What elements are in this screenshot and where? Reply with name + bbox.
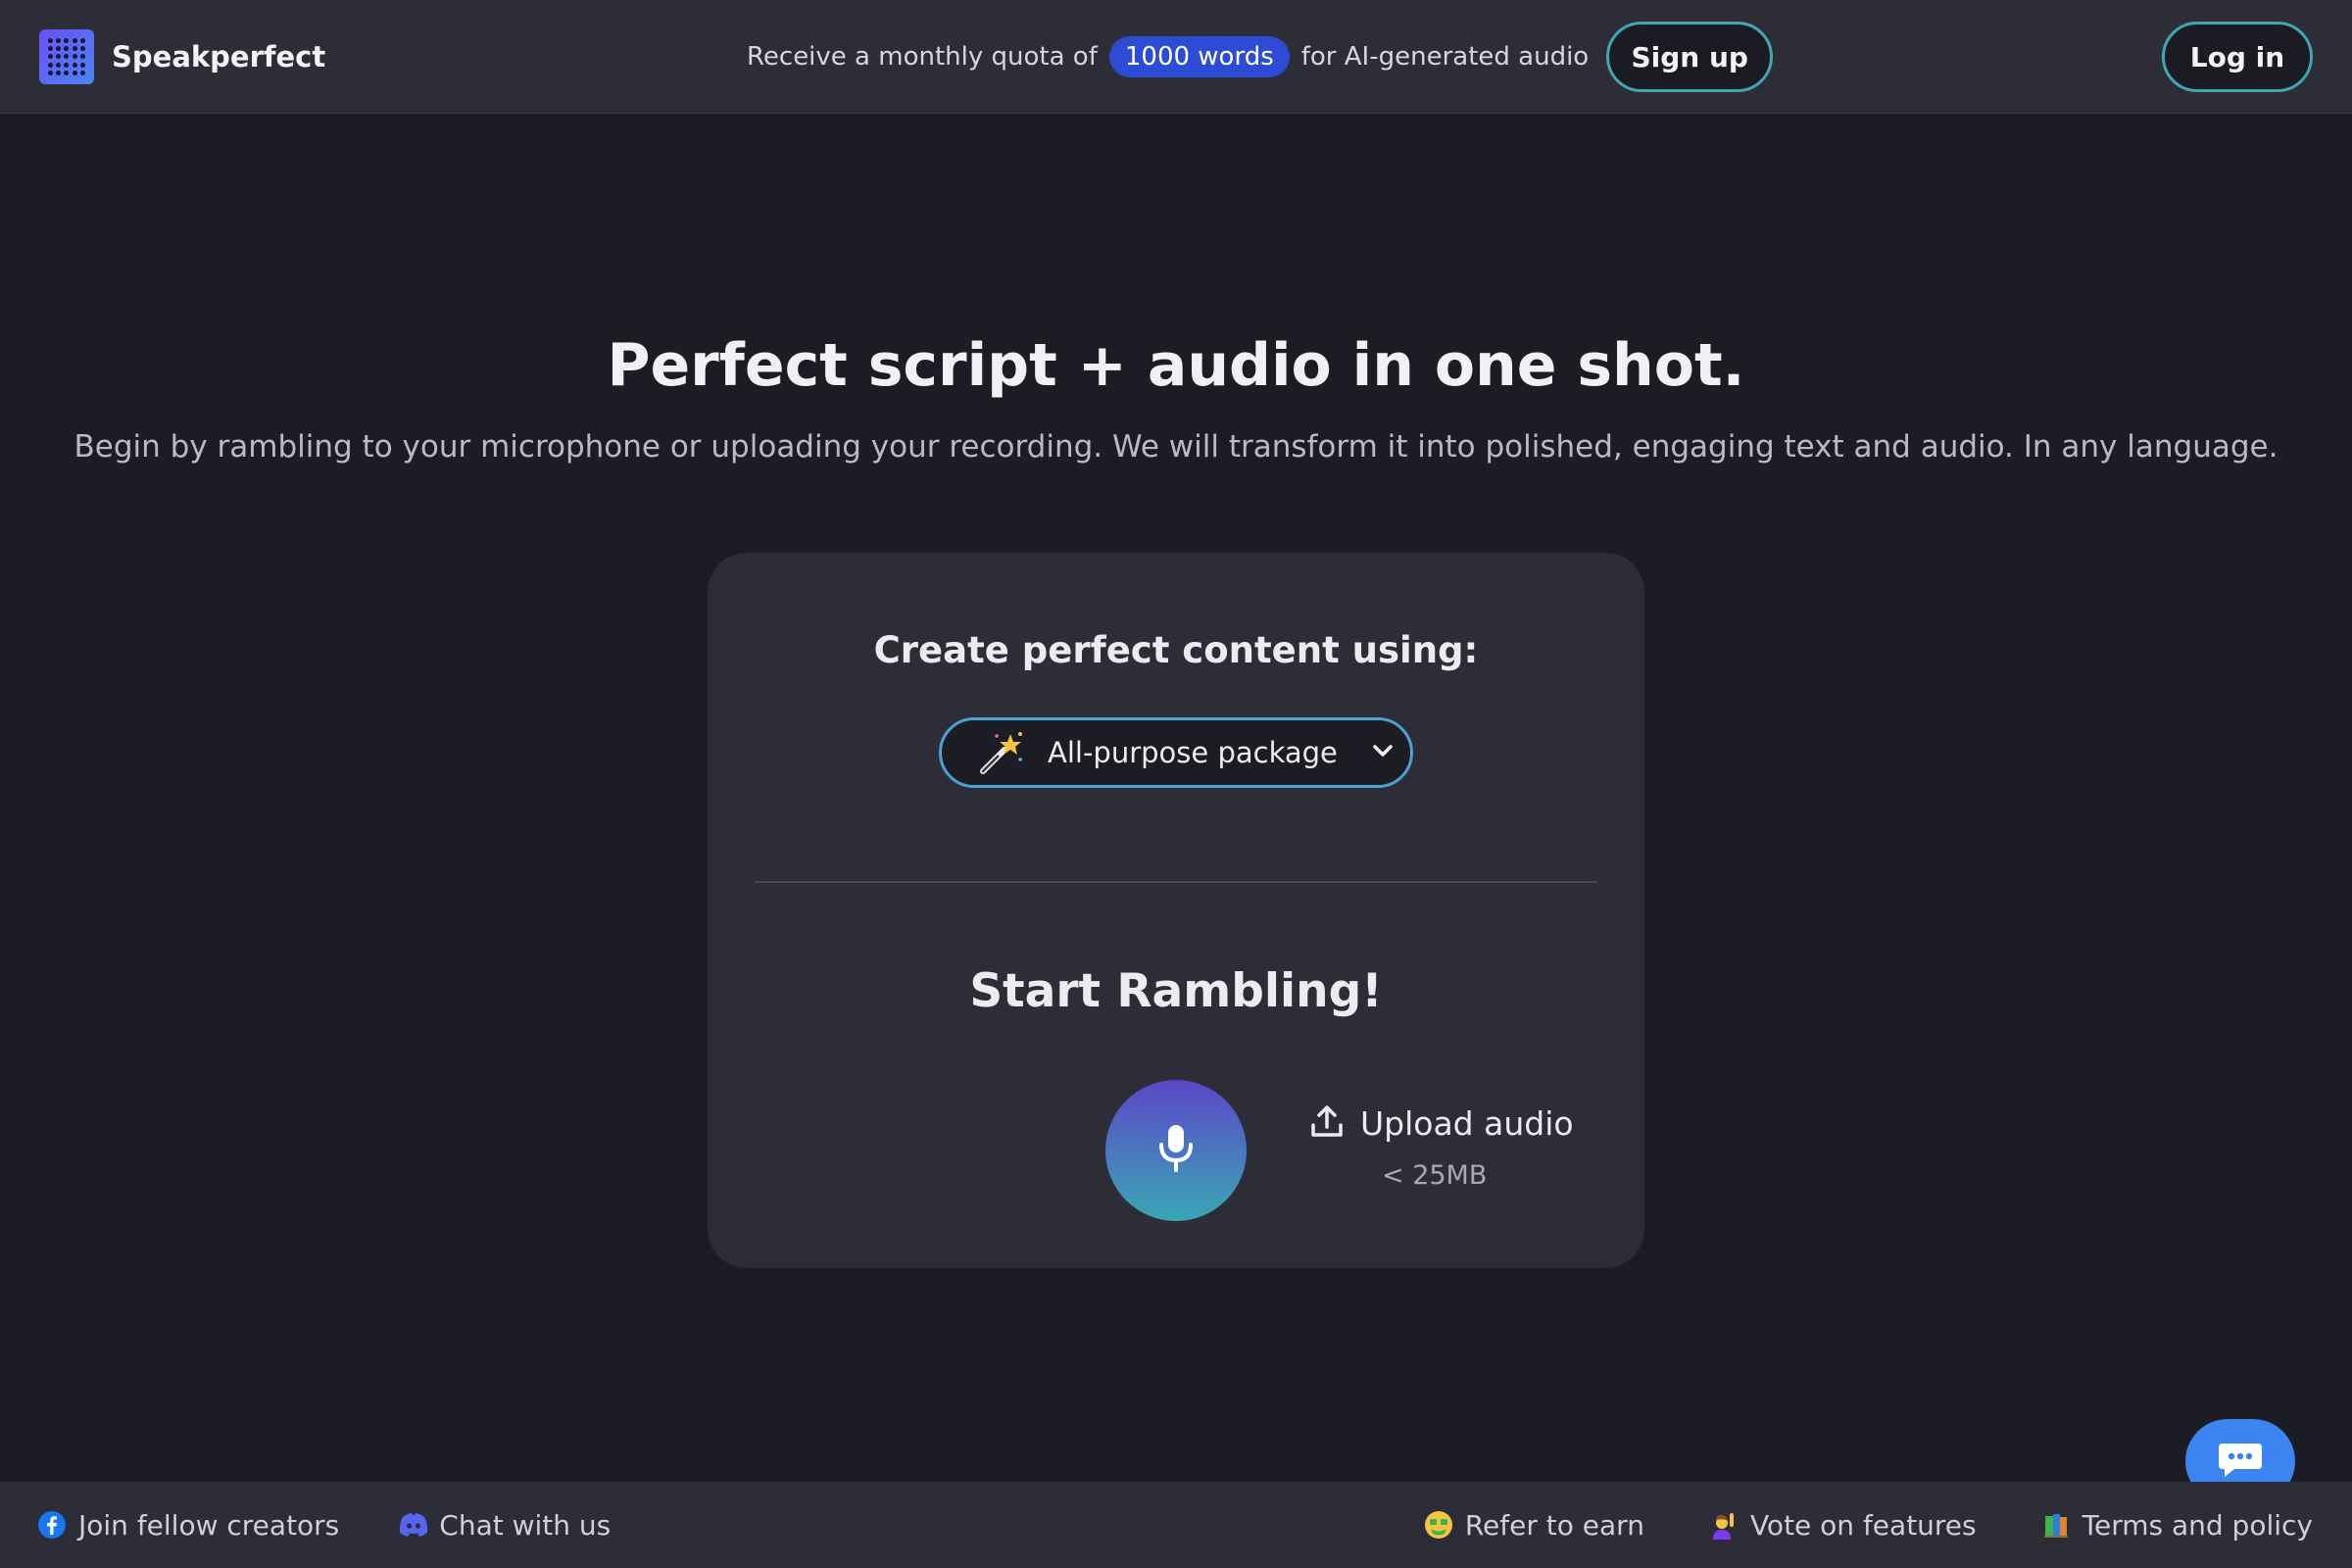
- top-bar: Speakperfect Receive a monthly quota of …: [0, 0, 2352, 114]
- microphone-icon: [1154, 1123, 1198, 1178]
- divider: [755, 881, 1597, 883]
- brand-name: Speakperfect: [112, 40, 326, 74]
- package-select[interactable]: All-purpose package: [939, 717, 1413, 788]
- footer-link-label: Join fellow creators: [78, 1508, 340, 1542]
- footer-link-label: Terms and policy: [2082, 1508, 2313, 1542]
- promo-text-prefix: Receive a monthly quota of: [747, 42, 1098, 72]
- footer-link-chat[interactable]: Chat with us: [398, 1509, 611, 1542]
- brand-logo-icon: [39, 29, 94, 84]
- footer-link-refer[interactable]: Refer to earn: [1424, 1509, 1644, 1542]
- promo-text-suffix: for AI-generated audio: [1300, 42, 1590, 72]
- upload-audio-button[interactable]: Upload audio: [1309, 1103, 1574, 1143]
- page-title: Perfect script + audio in one shot.: [607, 331, 1745, 400]
- create-content-card: Create perfect content using: All-purpos…: [708, 553, 1644, 1268]
- raising-hand-icon: [1709, 1510, 1739, 1540]
- footer-link-label: Vote on features: [1749, 1508, 1977, 1542]
- discord-icon: [398, 1510, 428, 1540]
- chevron-down-icon: [1369, 737, 1396, 768]
- footer: Join fellow creators Chat with us Refer …: [0, 1482, 2352, 1568]
- footer-link-label: Chat with us: [439, 1508, 612, 1542]
- books-icon: [2041, 1510, 2071, 1540]
- package-select-value: All-purpose package: [1048, 736, 1338, 769]
- login-button[interactable]: Log in: [2162, 22, 2313, 92]
- signup-button[interactable]: Sign up: [1606, 22, 1774, 92]
- promo-banner: Receive a monthly quota of 1000 words fo…: [747, 22, 1774, 92]
- record-microphone-button[interactable]: [1105, 1080, 1247, 1221]
- upload-size-limit: < 25MB: [1382, 1160, 1488, 1191]
- upload-icon: [1309, 1103, 1345, 1143]
- chat-bubble-icon: [2217, 1440, 2264, 1483]
- money-face-icon: [1424, 1510, 1453, 1540]
- footer-link-vote[interactable]: Vote on features: [1709, 1509, 1977, 1542]
- footer-link-join-creators[interactable]: Join fellow creators: [37, 1509, 339, 1542]
- card-heading: Create perfect content using:: [873, 629, 1479, 671]
- start-rambling-heading: Start Rambling!: [969, 964, 1383, 1018]
- upload-audio-label: Upload audio: [1360, 1103, 1574, 1143]
- brand[interactable]: Speakperfect: [39, 29, 325, 84]
- magic-wand-icon: [977, 728, 1026, 777]
- footer-link-terms[interactable]: Terms and policy: [2041, 1509, 2313, 1542]
- footer-link-label: Refer to earn: [1464, 1508, 1644, 1542]
- facebook-icon: [37, 1510, 67, 1540]
- word-quota-badge: 1000 words: [1108, 36, 1290, 77]
- page-subtitle: Begin by rambling to your microphone or …: [74, 429, 2278, 465]
